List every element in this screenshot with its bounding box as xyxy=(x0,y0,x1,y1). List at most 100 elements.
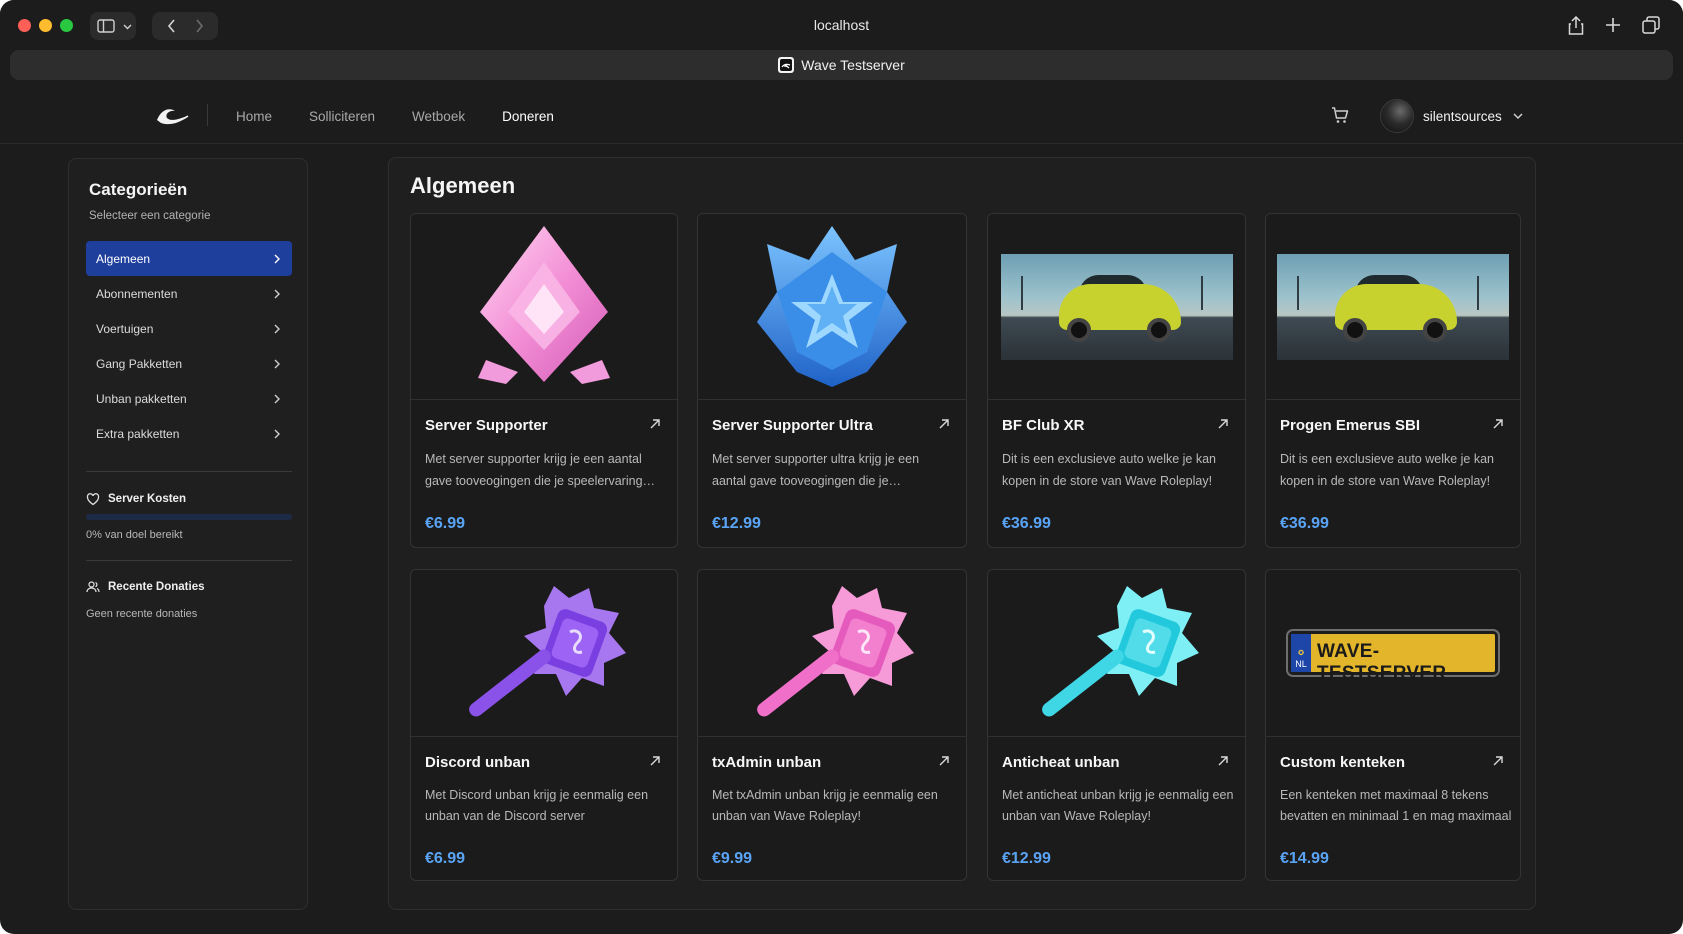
page-title: Algemeen xyxy=(410,173,516,198)
tab-active[interactable]: Wave Testserver xyxy=(10,50,1673,80)
category-item-algemeen[interactable]: Algemeen xyxy=(86,241,292,276)
plate-country-band: ✪ NL xyxy=(1291,634,1311,672)
product-description: Met txAdmin unban krijg je eenmalig een … xyxy=(712,788,938,823)
yellow-car-photo xyxy=(1000,253,1233,360)
tab-title: Wave Testserver xyxy=(801,57,905,73)
chevron-right-icon xyxy=(274,324,280,333)
category-label: Gang Pakketten xyxy=(96,356,183,371)
category-label: Unban pakketten xyxy=(96,391,187,406)
site-header: Home Solliciteren Wetboek Doneren silent… xyxy=(0,88,1683,144)
share-icon[interactable] xyxy=(1565,14,1587,36)
category-item-gang-pakketten[interactable]: Gang Pakketten xyxy=(86,346,292,381)
avatar xyxy=(1380,99,1414,133)
arrow-up-right-icon xyxy=(1218,419,1228,429)
product-price: €14.99 xyxy=(1280,850,1329,867)
product-name: BF Club XR xyxy=(1002,417,1085,434)
nav-home[interactable]: Home xyxy=(236,109,272,124)
heart-icon xyxy=(86,493,100,506)
license-plate: ✪ NL WAVE-TESTSERVER xyxy=(1288,631,1498,684)
chevron-down-icon xyxy=(1513,113,1523,120)
product-price: €6.99 xyxy=(425,850,466,867)
sidebar-divider xyxy=(86,560,292,561)
product-image xyxy=(698,570,966,737)
product-name: Progen Emerus SBI xyxy=(1280,417,1421,434)
chevron-right-icon xyxy=(274,289,280,298)
category-item-extra-pakketten[interactable]: Extra pakketten xyxy=(86,416,292,451)
server-kosten-progress xyxy=(86,514,292,520)
pink-hammer-icon xyxy=(757,586,914,717)
address-bar[interactable]: localhost xyxy=(0,17,1683,33)
product-name: Custom kenteken xyxy=(1280,754,1406,771)
main-nav: Home Solliciteren Wetboek Doneren xyxy=(236,88,554,144)
chevron-right-icon xyxy=(274,359,280,368)
plate-text: WAVE-TESTSERVER xyxy=(1317,641,1447,684)
arrow-up-right-icon xyxy=(1218,756,1228,766)
product-name: Anticheat unban xyxy=(1002,754,1120,771)
category-sidebar: Categorieën Selecteer een categorie Alge… xyxy=(68,158,308,910)
product-description: Met anticheat unban krijg je eenmalig ee… xyxy=(1002,788,1234,823)
product-card-server-supporter[interactable]: Server Supporter Met server supporter kr… xyxy=(410,213,678,548)
product-description: Met server supporter ultra krijg je een … xyxy=(712,452,920,488)
chevron-right-icon xyxy=(274,429,280,438)
products-panel: Algemeen Server Supporter Met server sup… xyxy=(388,157,1536,910)
product-name: txAdmin unban xyxy=(712,754,822,771)
pink-diamond-badge-icon xyxy=(478,225,610,384)
recent-donations-heading: Recente Donaties xyxy=(86,580,205,594)
product-card-server-supporter-ultra[interactable]: Server Supporter Ultra Met server suppor… xyxy=(697,213,967,548)
product-card-custom-kenteken[interactable]: ✪ NL WAVE-TESTSERVER Custom kenteken Een… xyxy=(1265,569,1521,881)
nav-wetboek[interactable]: Wetboek xyxy=(412,109,465,124)
nav-doneren[interactable]: Doneren xyxy=(502,109,554,124)
category-label: Abonnementen xyxy=(96,286,178,301)
recent-donations-empty: Geen recente donaties xyxy=(86,608,198,620)
titlebar: localhost xyxy=(0,0,1683,50)
username: silentsources xyxy=(1423,108,1502,124)
recent-donations-title: Recente Donaties xyxy=(108,581,205,593)
product-card-discord-unban[interactable]: Discord unban Met Discord unban krijg je… xyxy=(410,569,678,881)
product-card-bf-club-xr[interactable]: BF Club XR Dit is een exclusieve auto we… xyxy=(987,213,1246,548)
product-name: Discord unban xyxy=(425,754,531,771)
product-price: €12.99 xyxy=(712,515,761,532)
chevron-right-icon xyxy=(274,394,280,403)
user-menu[interactable]: silentsources xyxy=(1380,98,1525,134)
product-price: €12.99 xyxy=(1002,850,1051,867)
product-description: Dit is een exclusieve auto welke je kan … xyxy=(1280,452,1495,488)
product-price: €6.99 xyxy=(425,515,466,532)
product-image xyxy=(988,570,1245,737)
product-price: €36.99 xyxy=(1002,515,1051,532)
new-tab-icon[interactable] xyxy=(1602,14,1624,36)
product-image xyxy=(988,214,1245,400)
product-image xyxy=(1266,214,1520,400)
product-card-progen-emerus-sbi[interactable]: Progen Emerus SBI Dit is een exclusieve … xyxy=(1265,213,1521,548)
product-description: Met Discord unban krijg je eenmalig een … xyxy=(425,788,649,823)
category-label: Algemeen xyxy=(96,251,151,266)
product-card-txadmin-unban[interactable]: txAdmin unban Met txAdmin unban krijg je… xyxy=(697,569,967,881)
site-favicon-icon xyxy=(778,57,795,73)
category-item-abonnementen[interactable]: Abonnementen xyxy=(86,276,292,311)
product-description: Dit is een exclusieve auto welke je kan … xyxy=(1002,452,1217,488)
category-list: Algemeen Abonnementen Voertuigen Gang Pa… xyxy=(86,241,292,451)
sidebar-title: Categorieën xyxy=(89,180,188,199)
category-item-voertuigen[interactable]: Voertuigen xyxy=(86,311,292,346)
browser-window: localhost Wave Testserver Home Sollicite… xyxy=(0,0,1683,934)
sidebar-subtitle: Selecteer een categorie xyxy=(89,210,211,222)
sidebar-divider xyxy=(86,471,292,472)
product-name: Server Supporter Ultra xyxy=(712,417,873,434)
arrow-up-right-icon xyxy=(1493,756,1503,766)
tab-overview-icon[interactable] xyxy=(1640,14,1662,36)
arrow-up-right-icon xyxy=(650,419,660,429)
category-label: Extra pakketten xyxy=(96,426,180,441)
product-price: €36.99 xyxy=(1280,515,1329,532)
product-name: Server Supporter xyxy=(425,417,548,434)
arrow-up-right-icon xyxy=(939,419,949,429)
arrow-up-right-icon xyxy=(650,756,660,766)
category-item-unban-pakketten[interactable]: Unban pakketten xyxy=(86,381,292,416)
progress-text: 0% van doel bereikt xyxy=(86,529,183,541)
cart-icon[interactable] xyxy=(1330,105,1350,125)
product-card-anticheat-unban[interactable]: Anticheat unban Met anticheat unban krij… xyxy=(987,569,1246,881)
wave-logo-icon[interactable] xyxy=(155,102,189,128)
nav-solliciteren[interactable]: Solliciteren xyxy=(309,109,375,124)
server-kosten-title: Server Kosten xyxy=(108,493,186,505)
server-kosten-heading: Server Kosten xyxy=(86,492,186,506)
product-description: Met server supporter krijg je een aantal… xyxy=(425,452,643,488)
blue-star-crest-icon xyxy=(757,225,907,387)
